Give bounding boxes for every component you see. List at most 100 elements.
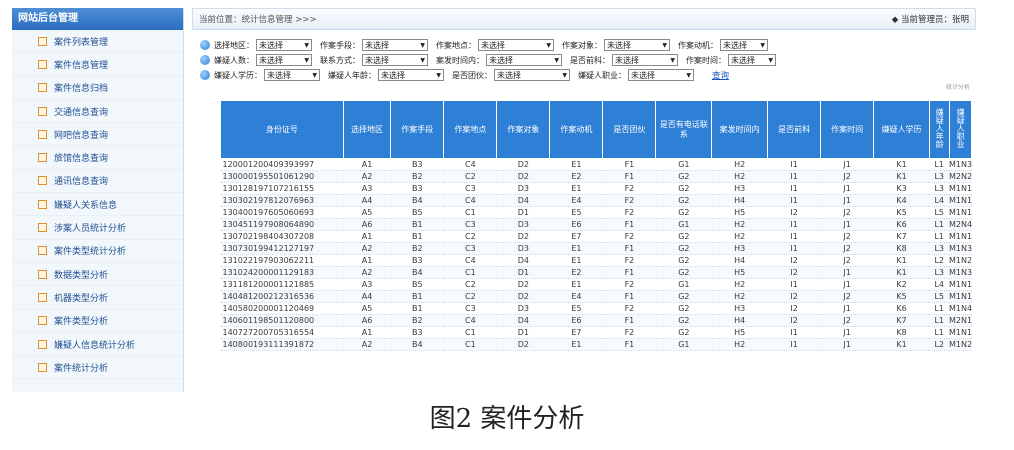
filter-select[interactable]: 未选择 ▼ (378, 69, 444, 81)
table-cell: K5 (873, 206, 930, 219)
filter-label: 联系方式： (320, 55, 360, 65)
column-header[interactable]: 是否团伙 (602, 100, 657, 159)
column-header[interactable]: 作案手段 (390, 100, 445, 159)
column-header[interactable]: 是否前科 (767, 100, 822, 159)
filter-select[interactable]: 未选择 ▼ (612, 54, 678, 66)
table-cell: C3 (443, 182, 497, 195)
table-row[interactable]: 130128197107216155 A3 B3 C3 D3 E1 F2 G2 H3 I1 J1 K3… (220, 182, 972, 195)
filter-select[interactable]: 未选择 ▼ (628, 69, 694, 81)
column-header[interactable]: 案发时间内 (711, 100, 769, 159)
table-cell: D3 (496, 218, 550, 231)
sidebar-item[interactable]: 嫌疑人信息统计分析 (12, 333, 183, 357)
filter-select[interactable]: 未选择 ▼ (720, 39, 768, 51)
filter-select[interactable]: 未选择 ▼ (362, 39, 428, 51)
column-header[interactable]: 选择地区 (342, 100, 392, 159)
table-row[interactable]: 131024200001129183 A2 B4 C1 D1 E2 F1 G2 H5 I2 J1 K1… (220, 266, 972, 279)
sidebar-item[interactable]: 案件列表管理 (12, 30, 183, 54)
table-cell: A1 (343, 326, 391, 339)
sidebar-item[interactable]: 涉案人员统计分析 (12, 216, 183, 240)
column-header[interactable]: 身份证号 (220, 100, 344, 159)
column-header[interactable]: 嫌疑人年龄 (928, 100, 950, 159)
filter-select[interactable]: 未选择 ▼ (486, 54, 562, 66)
table-cell: G1 (655, 158, 712, 171)
table-row[interactable]: 130302197812076963 A4 B4 C4 D4 E4 F2 G2 H4 I1 J1 K4… (220, 194, 972, 207)
table-cell: G1 (655, 278, 712, 291)
table-cell: L4 (929, 278, 950, 291)
filter-label: 选择地区： (214, 40, 254, 50)
table-cell: K6 (873, 302, 930, 315)
filter-select[interactable]: 未选择 ▼ (478, 39, 554, 51)
filter-item: 嫌疑人数： 未选择 ▼ (214, 54, 312, 66)
column-header-label: 是否有电话联系 (659, 119, 708, 139)
filter-select[interactable]: 未选择 ▼ (256, 54, 312, 66)
column-header-label: 作案动机 (560, 124, 593, 134)
column-header[interactable]: 嫌疑人学历 (873, 100, 930, 159)
filter-select[interactable]: 未选择 ▼ (264, 69, 320, 81)
filter-select[interactable]: 未选择 ▼ (256, 39, 312, 51)
query-link[interactable]: 查询 (712, 69, 729, 81)
table-row[interactable]: 140580200001120469 A5 B1 C3 D3 E5 F2 G2 H3 I2 J1 K6… (220, 302, 972, 315)
table-cell: C1 (443, 326, 497, 339)
table-cell: D2 (496, 170, 550, 183)
table-row[interactable]: 130702198404307208 A1 B1 C2 D2 E7 F2 G2 H2 I1 J2 K7… (220, 230, 972, 243)
filter-select[interactable]: 未选择 ▼ (494, 69, 570, 81)
table-cell: M2N1 (949, 314, 972, 327)
table-cell: G2 (655, 314, 712, 327)
sidebar-item[interactable]: 网吧信息查询 (12, 123, 183, 147)
table-cell: E1 (549, 254, 603, 267)
table-cell: B2 (390, 170, 444, 183)
column-header[interactable]: 作案时间 (820, 100, 875, 159)
table-cell: D2 (496, 278, 550, 291)
table-cell: I1 (767, 242, 821, 255)
table-row[interactable]: 131181200001121885 A3 B5 C2 D2 E1 F2 G1 H2 I1 J1 K2… (220, 278, 972, 291)
sidebar-item[interactable]: 数据类型分析 (12, 263, 183, 287)
sidebar-item[interactable]: 案件类型分析 (12, 310, 183, 333)
sidebar-item[interactable]: 案件统计分析 (12, 356, 183, 380)
table-cell: G2 (655, 290, 712, 303)
filter-select[interactable]: 未选择 ▼ (362, 54, 428, 66)
table-row[interactable]: 130000195501061290 A2 B2 C2 D2 E2 F1 G2 H2 I1 J2 K1… (220, 170, 972, 183)
column-header[interactable]: 嫌疑人职业 (948, 100, 972, 159)
sidebar-item[interactable]: 交通信息查询 (12, 100, 183, 124)
column-header[interactable]: 作案对象 (496, 100, 551, 159)
table-row[interactable]: 140727200705316554 A1 B3 C1 D1 E7 F2 G2 H5 I1 J1 K8… (220, 326, 972, 339)
table-row[interactable]: 130451197908064890 A6 B1 C3 D3 E6 F1 G1 H2 I1 J1 K6… (220, 218, 972, 231)
table-row[interactable]: 120001200409393997 A1 B3 C4 D2 E1 F1 G1 H2 I1 J1 K1… (220, 158, 972, 171)
table-cell: J1 (820, 158, 874, 171)
table-row[interactable]: 131022197903062211 A1 B3 C4 D4 E1 F2 G2 H4 I2 J2 K1… (220, 254, 972, 267)
table-row[interactable]: 130730199412127197 A2 B2 C3 D3 E1 F1 G2 H3 I1 J2 K8… (220, 242, 972, 255)
table-cell: F1 (602, 266, 656, 279)
sidebar-item[interactable]: 机器类型分析 (12, 286, 183, 310)
table-cell: F2 (602, 182, 656, 195)
column-header-label: 是否团伙 (613, 124, 646, 134)
column-header[interactable]: 作案动机 (549, 100, 604, 159)
table-cell: C2 (443, 290, 497, 303)
table-cell: J2 (820, 254, 874, 267)
table-row[interactable]: 140481200212316536 A4 B1 C2 D2 E4 F1 G2 H2 I2 J2 K5… (220, 290, 972, 303)
sidebar-item[interactable]: 旅馆信息查询 (12, 146, 183, 170)
table-row[interactable]: 130400197605060693 A5 B5 C1 D1 E5 F2 G2 H5 I2 J2 K5… (220, 206, 972, 219)
table-row[interactable]: 140800193111391872 A2 B4 C1 D2 E1 F1 G1 H2 I1 J1 K1… (220, 338, 972, 351)
sidebar-item[interactable]: 案件信息管理 (12, 53, 183, 77)
filter-item: 嫌疑人年龄： 未选择 ▼ (328, 69, 444, 81)
table-cell: B2 (390, 314, 444, 327)
table-cell: A3 (343, 182, 391, 195)
current-user[interactable]: ◆ 当前管理员：张明 (892, 13, 969, 25)
table-row[interactable]: 140601198501120800 A6 B2 C4 D4 E6 F1 G2 H4 I2 J2 K7… (220, 314, 972, 327)
table-cell: F1 (602, 242, 656, 255)
column-header[interactable]: 作案地点 (443, 100, 498, 159)
filter-item: 联系方式： 未选择 ▼ (320, 54, 428, 66)
filter-select[interactable]: 未选择 ▼ (728, 54, 776, 66)
column-header[interactable]: 是否有电话联系 (655, 100, 713, 159)
table-cell: K4 (873, 194, 930, 207)
table-cell: D3 (496, 302, 550, 315)
table-cell: I1 (767, 278, 821, 291)
sidebar-item-label: 涉案人员统计分析 (54, 224, 127, 235)
sidebar-item[interactable]: 案件类型统计分析 (12, 240, 183, 263)
filter-select[interactable]: 未选择 ▼ (604, 39, 670, 51)
table-cell: D4 (496, 254, 550, 267)
filter-item: 选择地区： 未选择 ▼ (214, 39, 312, 51)
sidebar-item[interactable]: 通讯信息查询 (12, 170, 183, 194)
sidebar-item[interactable]: 案件信息归档 (12, 77, 183, 100)
sidebar-item[interactable]: 嫌疑人关系信息 (12, 193, 183, 217)
